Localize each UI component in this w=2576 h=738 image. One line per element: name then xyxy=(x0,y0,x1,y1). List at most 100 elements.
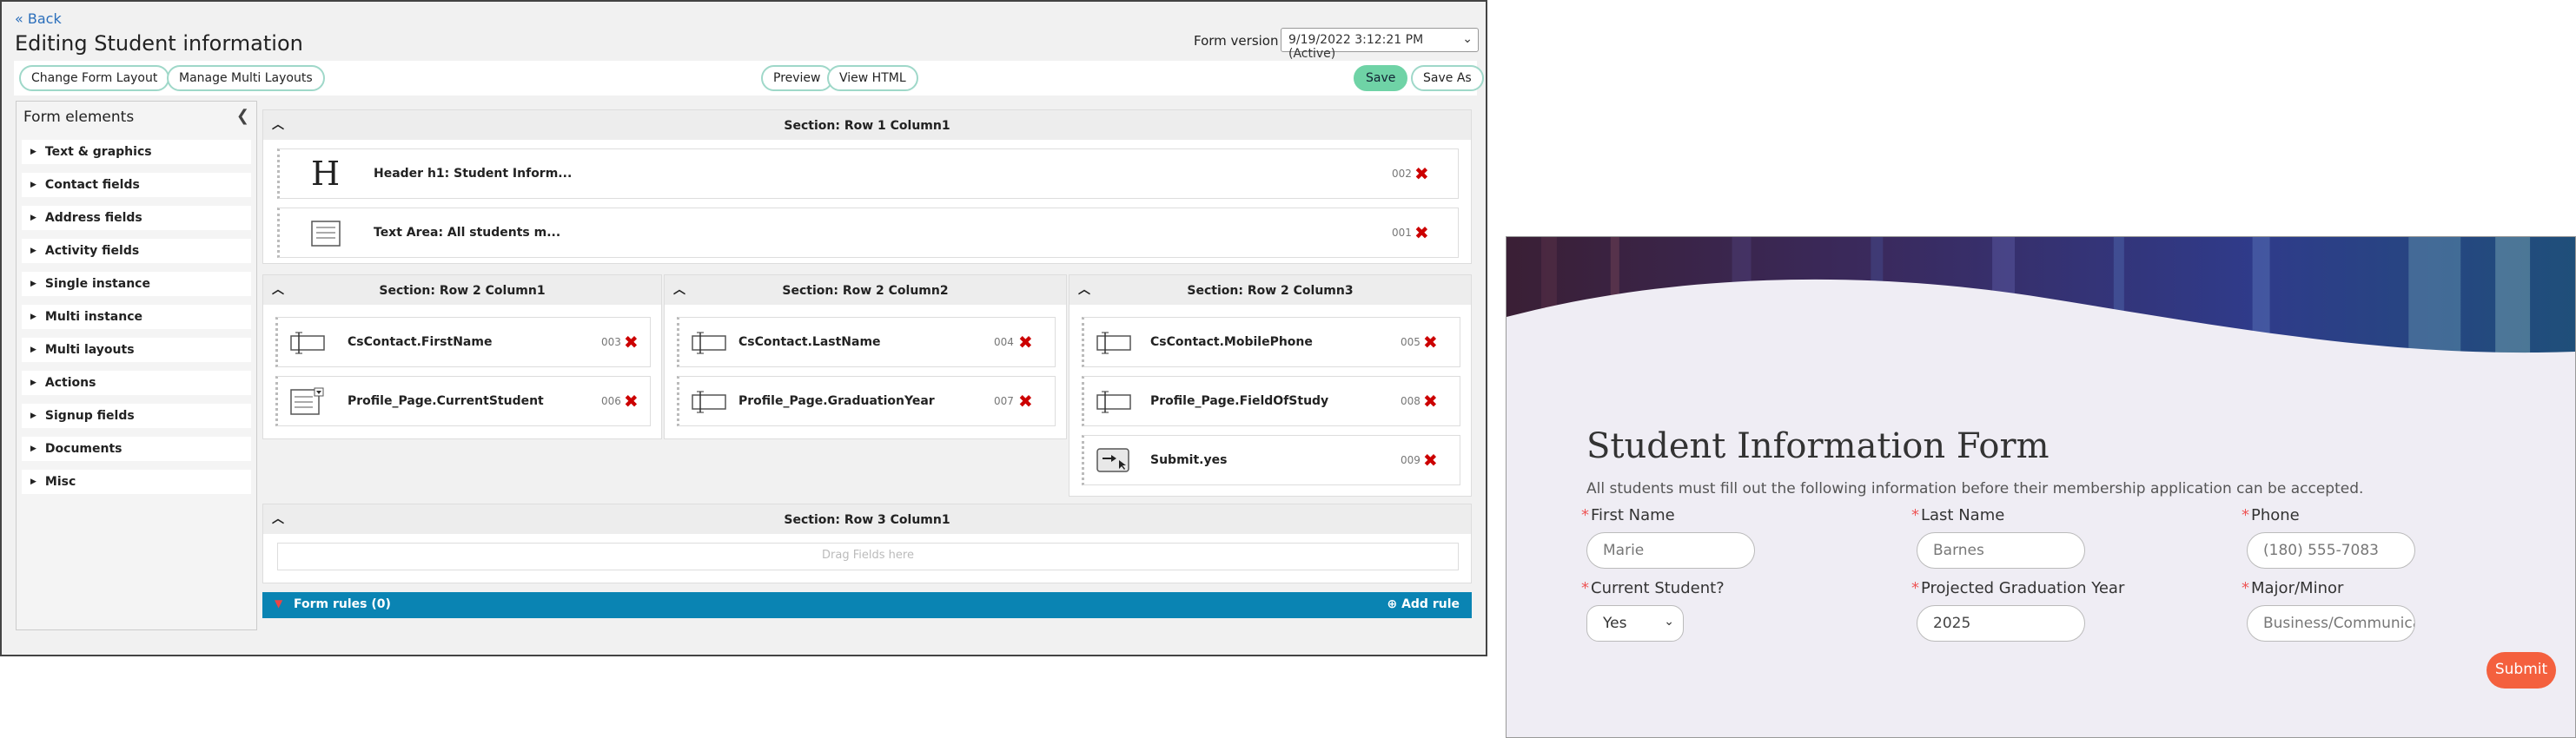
field-submit[interactable]: Submit.yes 009 ✖ xyxy=(1082,435,1460,485)
first-name-input[interactable]: Marie xyxy=(1586,532,1755,569)
plus-circle-icon: ⊕ xyxy=(1387,597,1398,611)
expand-triangle-icon: ▶ xyxy=(30,478,36,486)
expand-triangle-icon: ▶ xyxy=(30,214,36,222)
text-input-icon xyxy=(1096,332,1131,354)
graduation-year-input[interactable]: 2025 xyxy=(1917,605,2085,642)
submit-button[interactable]: Submit xyxy=(2487,652,2556,689)
section-row2-col1: ︿ Section: Row 2 Column1 CsContact.FirstN… xyxy=(262,274,662,439)
sidebar-item-activity-fields[interactable]: ▶ Activity fields xyxy=(22,239,251,263)
expand-triangle-icon: ▶ xyxy=(30,346,36,354)
sidebar-item-documents[interactable]: ▶ Documents xyxy=(22,437,251,461)
field-name: Profile_Page.FieldOfStudy xyxy=(1150,394,1329,408)
field-header[interactable]: H Header h1: Student Inform... 002 ✖ xyxy=(277,148,1459,199)
form-version-select[interactable]: 9/19/2022 3:12:21 PM (Active) ⌄ xyxy=(1281,28,1479,61)
section-row3-col1: ︿ Section: Row 3 Column1 Drag Fields here xyxy=(262,504,1472,583)
graduation-year-label: * Projected Graduation Year xyxy=(1911,579,2125,597)
field-number: 005 xyxy=(1401,336,1420,348)
field-name: Submit.yes xyxy=(1150,453,1228,467)
form-version-value: 9/19/2022 3:12:21 PM (Active) xyxy=(1288,33,1424,61)
expand-triangle-icon: ▶ xyxy=(30,379,36,387)
expand-triangle-icon: ▶ xyxy=(30,445,36,453)
phone-input[interactable]: (180) 555-7083 xyxy=(2247,532,2415,569)
collapse-up-icon[interactable]: ︿ xyxy=(1078,280,1090,298)
field-name: Text Area: All students m... xyxy=(374,226,561,240)
text-input-icon xyxy=(290,332,325,354)
section-header: ︿ Section: Row 3 Column1 xyxy=(263,504,1471,534)
field-name: CsContact.FirstName xyxy=(348,335,493,349)
delete-icon[interactable]: ✖ xyxy=(1414,222,1429,243)
chevron-down-icon: ⌄ xyxy=(1664,615,1674,629)
field-name: CsContact.MobilePhone xyxy=(1150,335,1313,349)
sidebar-item-address-fields[interactable]: ▶ Address fields xyxy=(22,206,251,230)
header-icon: H xyxy=(311,155,341,193)
expand-triangle-icon: ▶ xyxy=(30,412,36,420)
delete-icon[interactable]: ✖ xyxy=(1414,163,1429,184)
form-canvas: ︿ Section: Row 1 Column1 H Header h1: Stu… xyxy=(262,101,1472,625)
required-marker: * xyxy=(2242,579,2249,597)
field-number: 006 xyxy=(601,395,621,407)
field-current-student[interactable]: Profile_Page.CurrentStudent 006 ✖ xyxy=(275,376,651,426)
save-button[interactable]: Save xyxy=(1354,65,1408,91)
field-last-name[interactable]: CsContact.LastName 004 ✖ xyxy=(677,317,1056,367)
sidebar-item-text-graphics[interactable]: ▶ Text & graphics xyxy=(22,140,251,164)
collapse-icon[interactable]: ❮ xyxy=(236,107,249,125)
field-number: 004 xyxy=(994,336,1014,348)
view-html-button[interactable]: View HTML xyxy=(827,65,918,91)
delete-icon[interactable]: ✖ xyxy=(624,391,639,412)
delete-icon[interactable]: ✖ xyxy=(1018,391,1033,412)
collapse-up-icon[interactable]: ︿ xyxy=(673,280,685,298)
collapse-up-icon[interactable]: ︿ xyxy=(272,280,284,298)
field-number: 009 xyxy=(1401,454,1420,466)
preview-button[interactable]: Preview xyxy=(761,65,833,91)
major-minor-input[interactable]: Business/Communication xyxy=(2247,605,2415,642)
sidebar-item-contact-fields[interactable]: ▶ Contact fields xyxy=(22,173,251,197)
add-rule-button[interactable]: ⊕ Add rule xyxy=(1387,597,1460,611)
phone-label: * Phone xyxy=(2242,506,2300,524)
manage-multi-layouts-button[interactable]: Manage Multi Layouts xyxy=(167,65,325,91)
change-form-layout-button[interactable]: Change Form Layout xyxy=(19,65,170,91)
save-as-button[interactable]: Save As xyxy=(1411,65,1484,91)
delete-icon[interactable]: ✖ xyxy=(624,332,639,353)
delete-icon[interactable]: ✖ xyxy=(1423,332,1438,353)
delete-icon[interactable]: ✖ xyxy=(1423,391,1438,412)
field-number: 008 xyxy=(1401,395,1420,407)
section-header: ︿ Section: Row 2 Column1 xyxy=(263,275,661,305)
sidebar-item-misc[interactable]: ▶ Misc xyxy=(22,470,251,494)
form-rules-bar[interactable]: ▼ Form rules (0) ⊕ Add rule xyxy=(262,592,1472,618)
collapse-up-icon[interactable]: ︿ xyxy=(272,115,284,133)
section-row2-col2: ︿ Section: Row 2 Column2 CsContact.LastNa… xyxy=(664,274,1067,439)
field-text-area[interactable]: Text Area: All students m... 001 ✖ xyxy=(277,208,1459,258)
section-header: ︿ Section: Row 1 Column1 xyxy=(263,110,1471,140)
field-first-name[interactable]: CsContact.FirstName 003 ✖ xyxy=(275,317,651,367)
section-header: ︿ Section: Row 2 Column3 xyxy=(1069,275,1471,305)
field-name: Profile_Page.CurrentStudent xyxy=(348,394,544,408)
last-name-label: * Last Name xyxy=(1911,506,2005,524)
section-header: ︿ Section: Row 2 Column2 xyxy=(665,275,1066,305)
field-mobile-phone[interactable]: CsContact.MobilePhone 005 ✖ xyxy=(1082,317,1460,367)
delete-icon[interactable]: ✖ xyxy=(1018,332,1033,353)
expand-triangle-icon: ▶ xyxy=(30,313,36,321)
sidebar-item-multi-layouts[interactable]: ▶ Multi layouts xyxy=(22,338,251,362)
field-number: 001 xyxy=(1392,227,1412,239)
sidebar-item-actions[interactable]: ▶ Actions xyxy=(22,371,251,395)
collapse-up-icon[interactable]: ︿ xyxy=(272,510,284,527)
expand-triangle-icon: ▶ xyxy=(30,280,36,288)
delete-icon[interactable]: ✖ xyxy=(1423,450,1438,471)
expand-triangle-icon: ▶ xyxy=(30,247,36,255)
drop-zone[interactable]: Drag Fields here xyxy=(277,543,1459,570)
sidebar-item-signup-fields[interactable]: ▶ Signup fields xyxy=(22,404,251,428)
field-field-of-study[interactable]: Profile_Page.FieldOfStudy 008 ✖ xyxy=(1082,376,1460,426)
section-row2-col3: ︿ Section: Row 2 Column3 CsContact.Mobile… xyxy=(1069,274,1472,497)
submit-icon xyxy=(1096,448,1129,472)
required-marker: * xyxy=(1581,579,1589,597)
current-student-select[interactable]: Yes ⌄ xyxy=(1586,605,1684,642)
page-title: Editing Student information xyxy=(15,31,303,56)
field-number: 002 xyxy=(1392,168,1412,180)
sidebar-item-single-instance[interactable]: ▶ Single instance xyxy=(22,272,251,296)
last-name-input[interactable]: Barnes xyxy=(1917,532,2085,569)
back-link[interactable]: « Back xyxy=(15,10,62,27)
required-marker: * xyxy=(1581,506,1589,524)
field-graduation-year[interactable]: Profile_Page.GraduationYear 007 ✖ xyxy=(677,376,1056,426)
library-banner-image xyxy=(1507,237,2575,359)
sidebar-item-multi-instance[interactable]: ▶ Multi instance xyxy=(22,305,251,329)
